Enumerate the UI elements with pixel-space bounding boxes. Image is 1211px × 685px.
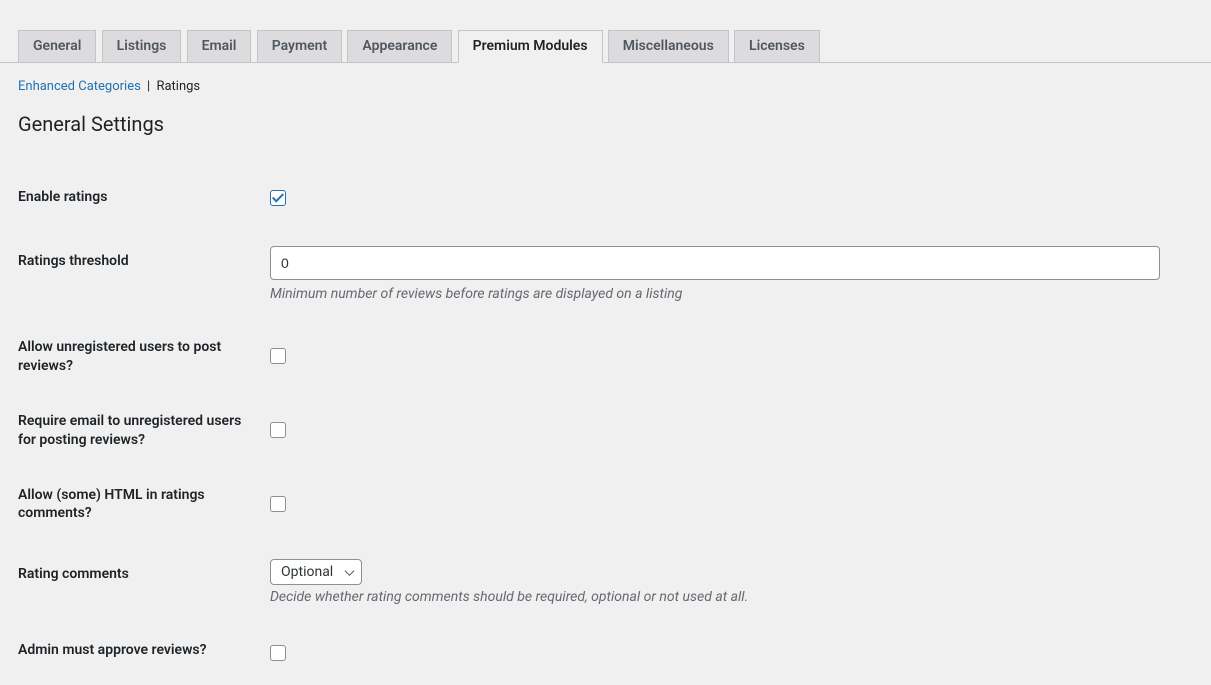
tab-payment[interactable]: Payment xyxy=(257,30,343,63)
tab-miscellaneous[interactable]: Miscellaneous xyxy=(608,30,729,63)
label-require-email: Require email to unregistered users for … xyxy=(18,413,241,448)
label-allow-html: Allow (some) HTML in ratings comments? xyxy=(18,487,205,522)
tab-general[interactable]: General xyxy=(18,30,96,63)
subnav-enhanced-categories[interactable]: Enhanced Categories xyxy=(18,79,141,94)
subnav: Enhanced Categories | Ratings xyxy=(0,63,1211,98)
rating-comments-select-wrap: Optional xyxy=(270,559,362,585)
tab-email[interactable]: Email xyxy=(187,30,252,63)
rating-comments-description: Decide whether rating comments should be… xyxy=(270,589,1181,605)
tab-listings[interactable]: Listings xyxy=(102,30,182,63)
require-email-checkbox[interactable] xyxy=(270,422,286,438)
tab-appearance[interactable]: Appearance xyxy=(347,30,452,63)
label-enable-ratings: Enable ratings xyxy=(18,189,107,205)
section-heading: General Settings xyxy=(0,98,1211,142)
allow-html-checkbox[interactable] xyxy=(270,496,286,512)
allow-unregistered-checkbox[interactable] xyxy=(270,348,286,364)
settings-tabs: General Listings Email Payment Appearanc… xyxy=(0,0,1211,63)
label-ratings-threshold: Ratings threshold xyxy=(18,253,129,269)
tab-premium-modules[interactable]: Premium Modules xyxy=(458,30,603,63)
label-rating-comments: Rating comments xyxy=(18,566,129,582)
label-allow-unregistered: Allow unregistered users to post reviews… xyxy=(18,339,221,374)
subnav-separator: | xyxy=(147,79,150,94)
subnav-ratings: Ratings xyxy=(156,79,200,94)
admin-approve-checkbox[interactable] xyxy=(270,645,286,661)
rating-comments-select[interactable]: Optional xyxy=(270,559,362,585)
settings-form: Enable ratings Ratings threshold Minimum… xyxy=(0,172,1211,685)
tab-licenses[interactable]: Licenses xyxy=(734,30,820,63)
ratings-threshold-input[interactable] xyxy=(270,246,1160,280)
ratings-threshold-description: Minimum number of reviews before ratings… xyxy=(270,286,1181,302)
enable-ratings-checkbox[interactable] xyxy=(270,190,286,206)
label-admin-approve: Admin must approve reviews? xyxy=(18,642,207,658)
